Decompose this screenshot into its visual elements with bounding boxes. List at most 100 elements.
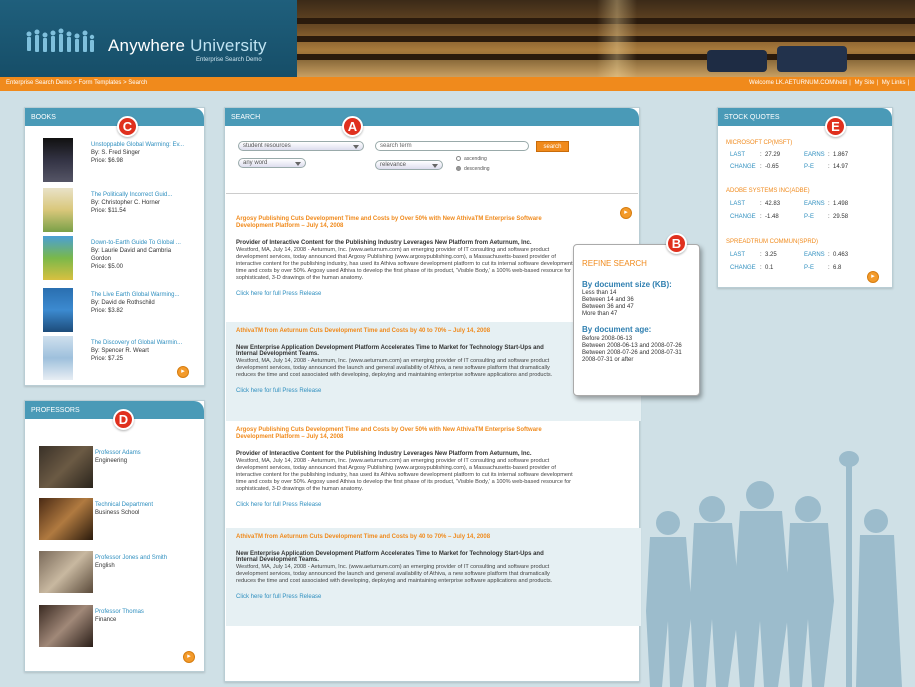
result-press-release-link[interactable]: Click here for full Press Release [236, 594, 631, 600]
book-item[interactable]: The Politically Incorrect Guid... By: Ch… [43, 188, 223, 236]
change-value-text: -0.65 [765, 164, 779, 170]
stock-name-link[interactable]: ADOBE SYSTEMS INC(ADBE) [726, 188, 810, 194]
result-press-release-link[interactable]: Click here for full Press Release [236, 502, 631, 508]
last-label: LAST [730, 201, 746, 207]
size-option[interactable]: More than 47 [582, 311, 634, 318]
professor-item[interactable]: Professor Adams Engineering [39, 446, 219, 491]
result-item: AthivaTM from Aeturnum Cuts Development … [226, 528, 641, 626]
refine-search-panel: REFINE SEARCH By document size (KB): Les… [573, 244, 700, 396]
professor-item[interactable]: Professor Thomas Finance [39, 605, 219, 650]
callout-a: A [342, 116, 363, 137]
professor-name-link[interactable]: Technical Department [95, 501, 153, 509]
descending-radio[interactable]: descending [456, 166, 490, 172]
books-more-arrow-icon[interactable]: ▸ [177, 366, 189, 378]
change-value-text: -1.48 [765, 214, 779, 220]
age-filter-heading: By document age: [582, 325, 652, 334]
logo-people-icon [26, 28, 95, 52]
book-item[interactable]: The Discovery of Global Warmin... By: Sp… [43, 336, 223, 384]
last-label: LAST [730, 252, 746, 258]
book-cover-image [43, 188, 73, 232]
book-author: By: S. Fred Singer [91, 150, 141, 156]
change-label: CHANGE [730, 265, 756, 271]
professors-more-arrow-icon[interactable]: ▸ [183, 651, 195, 663]
size-option[interactable]: Between 36 and 47 [582, 304, 634, 311]
professor-dept: Business School [95, 510, 140, 516]
change-value: : -0.65 [760, 164, 779, 170]
professor-item[interactable]: Professor Jones and Smith English [39, 551, 219, 596]
book-item[interactable]: Down-to-Earth Guide To Global ... By: La… [43, 236, 223, 284]
age-option[interactable]: Between 2008-07-26 and 2008-07-31 [582, 350, 682, 357]
header: Anywhere University Enterprise Search De… [0, 0, 915, 77]
search-button[interactable]: search [536, 141, 569, 152]
logo[interactable]: Anywhere University Enterprise Search De… [0, 0, 297, 77]
result-subtitle: Provider of Interactive Content for the … [236, 451, 532, 457]
book-cover-image [43, 138, 73, 182]
scope-select[interactable]: student resources [238, 141, 364, 151]
stock-name-link[interactable]: MICROSOFT CP(MSFT) [726, 140, 792, 146]
chevron-down-icon [353, 145, 359, 149]
stock-name-link[interactable]: SPREADTRUM COMMUN(SPRD) [726, 239, 818, 245]
size-filter-heading: By document size (KB): [582, 280, 672, 289]
breadcrumb[interactable]: Enterprise Search Demo > Form Templates … [6, 80, 147, 86]
result-body: Westford, MA, July 14, 2008 - Aeturnum, … [236, 458, 573, 492]
stocks-more-arrow-icon[interactable]: ▸ [867, 271, 879, 283]
my-links-link[interactable]: My Links [882, 80, 906, 86]
professor-dept: English [95, 563, 115, 569]
match-select-value: any word [243, 160, 268, 166]
professor-name-link[interactable]: Professor Jones and Smith [95, 554, 167, 562]
last-value-text: 27.29 [765, 152, 781, 158]
callout-e: E [825, 116, 846, 137]
sort-select[interactable]: relevance [375, 160, 443, 170]
book-item[interactable]: Unstoppable Global Warming: Ev... By: S.… [43, 138, 223, 186]
result-subtitle: New Enterprise Application Development P… [236, 551, 544, 563]
book-author-continued: Gordon [91, 256, 112, 262]
result-item: Argosy Publishing Cuts Development Time … [226, 421, 641, 528]
results-more-arrow-icon[interactable]: ▸ [620, 207, 632, 219]
book-cover-image [43, 236, 73, 280]
professor-item[interactable]: Technical Department Business School [39, 498, 219, 543]
professor-name-link[interactable]: Professor Adams [95, 449, 141, 457]
result-press-release-link[interactable]: Click here for full Press Release [236, 291, 631, 297]
book-title-link[interactable]: Down-to-Earth Guide To Global ... [91, 239, 216, 247]
change-label: CHANGE [730, 164, 756, 170]
result-body: Westford, MA, July 14, 2008 - Aeturnum, … [236, 247, 573, 281]
result-press-release-link[interactable]: Click here for full Press Release [236, 388, 631, 394]
age-option[interactable]: 2008-07-31 or after [582, 357, 682, 364]
book-title-link[interactable]: The Live Earth Global Warming... [91, 291, 216, 299]
book-item[interactable]: The Live Earth Global Warming... By: Dav… [43, 288, 223, 336]
ascending-radio[interactable]: ascending [456, 156, 487, 162]
size-option[interactable]: Less than 14 [582, 290, 634, 297]
book-title-link[interactable]: The Discovery of Global Warmin... [91, 339, 216, 347]
earns-label: EARNS [804, 152, 825, 158]
book-cover-image [43, 336, 73, 380]
professor-photo [39, 551, 93, 593]
radio-selected-icon [456, 166, 461, 172]
library-banner-image [297, 0, 915, 77]
book-title-link[interactable]: The Politically Incorrect Guid... [91, 191, 216, 199]
result-title-link[interactable]: AthivaTM from Aeturnum Cuts Development … [236, 534, 631, 541]
result-title-link[interactable]: Argosy Publishing Cuts Development Time … [236, 216, 576, 230]
result-title-link[interactable]: Argosy Publishing Cuts Development Time … [236, 427, 576, 441]
pe-value-text: 29.58 [833, 214, 849, 220]
stock-quotes-panel: STOCK QUOTES MICROSOFT CP(MSFT) LAST : 2… [717, 107, 893, 288]
scope-select-value: student resources [243, 143, 291, 149]
match-select[interactable]: any word [238, 158, 306, 168]
professor-name-link[interactable]: Professor Thomas [95, 608, 144, 616]
search-input-placeholder: search term [380, 143, 412, 149]
size-option[interactable]: Between 14 and 36 [582, 297, 634, 304]
earns-value: : 1.867 [828, 152, 849, 158]
change-value-text: 0.1 [765, 265, 774, 271]
age-option[interactable]: Before 2008-06-13 [582, 336, 682, 343]
pe-value: : 29.58 [828, 214, 849, 220]
age-filter-options: Before 2008-06-13 Between 2008-06-13 and… [582, 336, 682, 364]
welcome-text: Welcome LK.AETURNUM.COM\hetti [749, 80, 848, 86]
pe-value-text: 14.97 [833, 164, 849, 170]
search-input[interactable]: search term [375, 141, 529, 151]
book-price: Price: $7.25 [91, 356, 124, 362]
book-title-link[interactable]: Unstoppable Global Warming: Ev... [91, 141, 216, 149]
age-option[interactable]: Between 2008-06-13 and 2008-07-26 [582, 343, 682, 350]
result-title-link[interactable]: AthivaTM from Aeturnum Cuts Development … [236, 328, 631, 335]
book-cover-image [43, 288, 73, 332]
my-site-link[interactable]: My Site [855, 80, 875, 86]
ascending-label: ascending [464, 156, 487, 162]
